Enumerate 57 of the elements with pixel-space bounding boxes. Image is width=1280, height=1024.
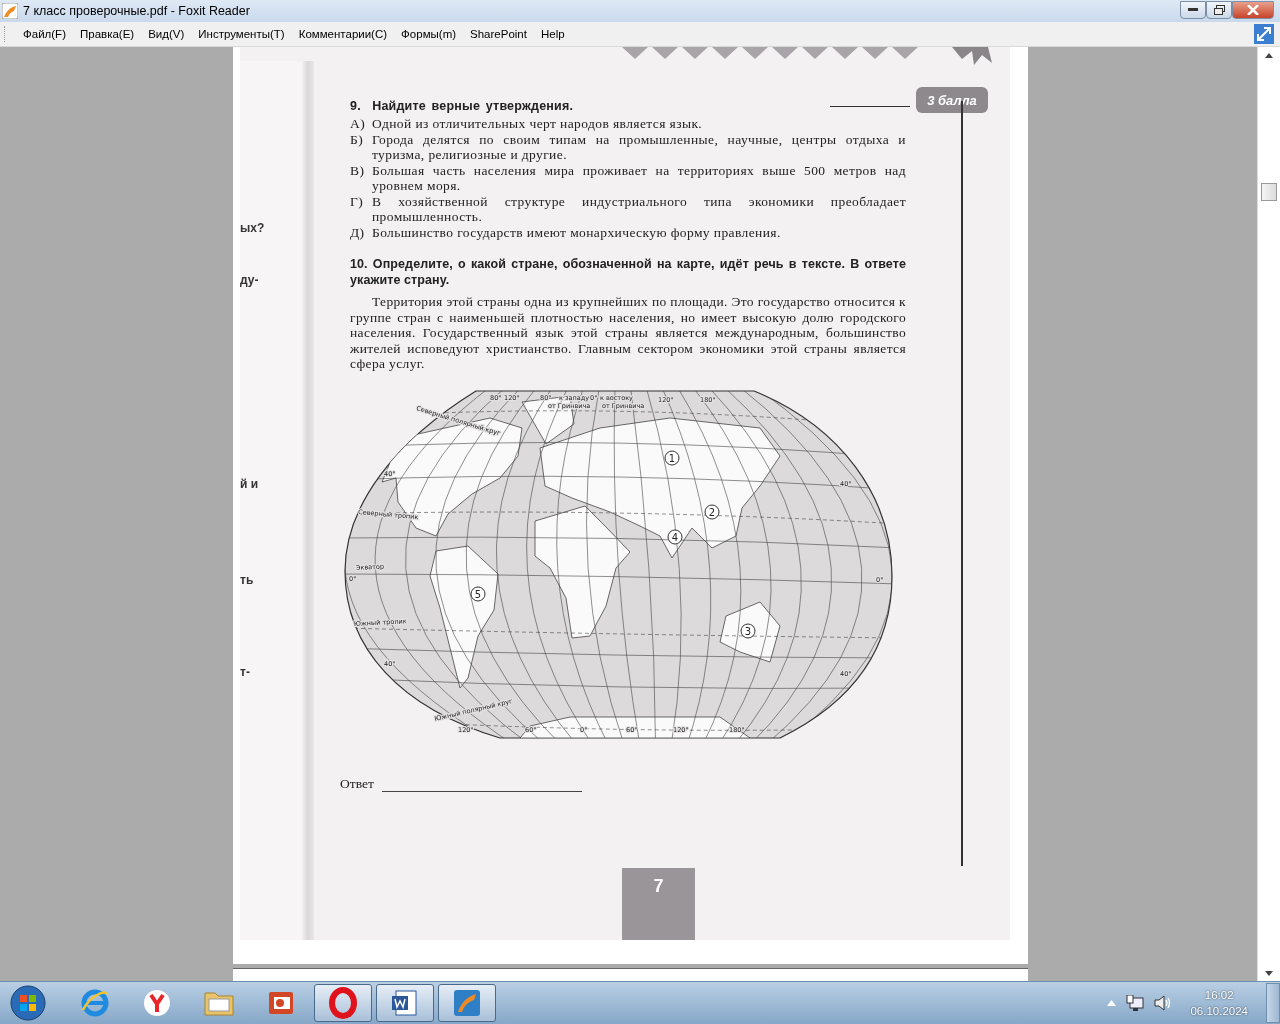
restore-icon (1213, 4, 1225, 15)
option-text: Большая часть населения мира проживает на территориях выше 500 метров над уровнем моря. (372, 162, 906, 194)
browser-o-icon (328, 987, 358, 1019)
app-logo-icon (2, 3, 18, 19)
scrollbar-thumb[interactable] (1261, 183, 1277, 201)
option-letter: Г) (350, 193, 365, 211)
margin-text: ть (240, 573, 254, 587)
margin-text: ых? (240, 221, 265, 235)
option-letter: Б) (350, 131, 365, 149)
folder-icon (203, 989, 235, 1017)
close-button[interactable] (1232, 0, 1274, 19)
minimize-icon (1188, 7, 1198, 12)
option-text: В хозяйственной структуре индустриального типа экономики преобладает промышленность. (372, 193, 906, 225)
question-title: 9. Найдите верные утверждения. (350, 99, 574, 113)
network-icon[interactable] (1126, 995, 1145, 1011)
menu-item[interactable]: Правка(E) (72, 25, 142, 43)
close-icon (1247, 4, 1259, 15)
option-letter: Д) (350, 224, 366, 240)
margin-text: й и (240, 477, 259, 491)
option-text: Города делятся по своим типам на промышленные, научные, центры отдыха и туризма, религиозные и другие. (372, 131, 906, 163)
menu-item[interactable]: SharePoint (463, 25, 534, 43)
menu-item[interactable]: Формы(m) (394, 25, 464, 43)
pdf-reader-icon (452, 988, 482, 1018)
minimize-button[interactable] (1180, 0, 1206, 19)
score-badge: 3 балла (916, 87, 988, 113)
menu-item[interactable]: Help (533, 25, 572, 43)
document-w-icon (390, 988, 420, 1018)
browser-y-icon (142, 988, 172, 1018)
volume-icon[interactable] (1154, 995, 1173, 1011)
question-title: 10. Определите, о какой стране, обозначенной на карте, идёт речь в тексте. В ответе укажите страну. (350, 256, 906, 288)
browser-e-icon (80, 988, 110, 1018)
menu-item[interactable]: Вид(V) (141, 25, 192, 43)
map-marker: 4 (667, 529, 683, 544)
option-letter: А) (350, 116, 367, 132)
page-number: 7 (622, 868, 695, 941)
taskbar-app[interactable] (438, 984, 496, 1022)
margin-text: ду- (240, 273, 259, 287)
answer-label: Ответ (340, 775, 374, 792)
margin-text: т- (240, 665, 250, 679)
option-text: Одной из отличительных черт народов является язык. (372, 116, 704, 132)
restore-button[interactable] (1206, 0, 1232, 19)
option-letter: В) (350, 162, 366, 180)
taskbar-app[interactable] (314, 984, 372, 1022)
down-arrow-icon (1265, 970, 1273, 976)
option-text: Большинство государств имеют монархическую форму правления. (372, 224, 782, 240)
expand-icon[interactable] (1254, 24, 1274, 44)
map-marker: 3 (740, 623, 756, 638)
map-marker: 5 (470, 586, 486, 601)
up-arrow-icon (1265, 52, 1273, 58)
window-title: 7 класс проверочные.pdf - Foxit Reader (23, 4, 251, 18)
menu-item[interactable]: Инструменты(T) (191, 25, 292, 43)
map-marker: 1 (664, 450, 680, 465)
menu-item[interactable]: Комментарии(C) (291, 25, 395, 43)
taskbar-app[interactable] (376, 984, 434, 1022)
question-text: Территория этой страны одна из крупнейших по площади. Это государство относится к группе стран с наименьшей плотностью населения, но имеет высокую долю городского населения. Государственный язык этой страны является международным, большинство жителей исповедуют христианство. Главным сектором экономики этой страны является сфера услуг. (350, 294, 906, 372)
menu-item[interactable]: Файл(F) (16, 25, 73, 43)
map-marker: 2 (704, 504, 720, 519)
